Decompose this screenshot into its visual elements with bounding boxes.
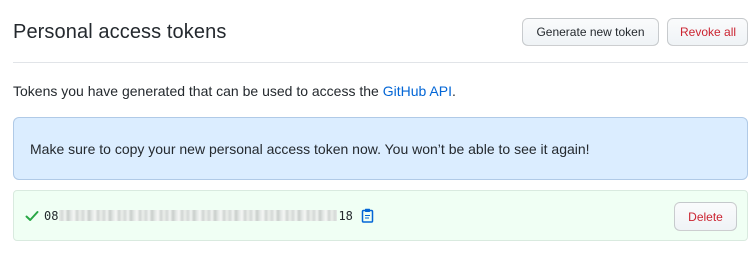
notice-message: Make sure to copy your new personal acce… (30, 140, 590, 157)
token-redacted-mask (59, 210, 338, 221)
tokens-page: Personal access tokens Generate new toke… (13, 0, 748, 241)
header-actions: Generate new token Revoke all (522, 18, 748, 46)
token-suffix: 18 (338, 208, 353, 223)
github-api-link[interactable]: GitHub API (383, 83, 452, 99)
intro-text: Tokens you have generated that can be us… (13, 83, 456, 99)
token-prefix: 08 (44, 208, 59, 223)
check-icon (25, 211, 39, 221)
token-row: 08 18 Delete (13, 190, 748, 241)
clipboard-icon[interactable] (361, 208, 374, 223)
intro-text-after: . (451, 83, 456, 99)
revoke-all-button[interactable]: Revoke all (667, 18, 748, 46)
intro-text-before: Tokens you have generated that can be us… (13, 83, 383, 99)
generate-new-token-button[interactable]: Generate new token (522, 18, 659, 46)
copy-token-notice: Make sure to copy your new personal acce… (13, 117, 748, 180)
delete-token-button[interactable]: Delete (674, 202, 737, 231)
page-header: Personal access tokens Generate new toke… (13, 0, 748, 63)
page-title: Personal access tokens (13, 21, 227, 43)
token-value: 08 18 (44, 208, 374, 223)
